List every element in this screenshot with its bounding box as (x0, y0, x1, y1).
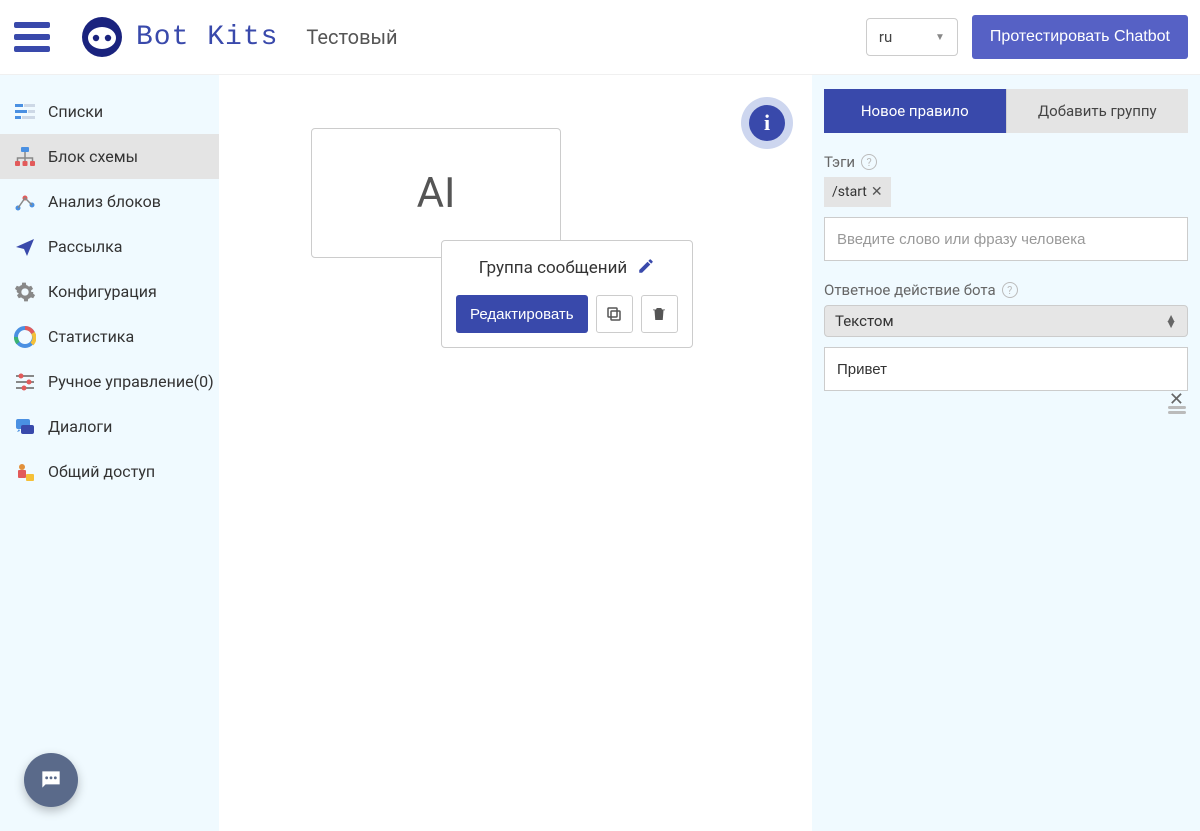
shared-access-icon (14, 461, 36, 483)
chat-fab[interactable] (24, 753, 78, 807)
copy-icon (605, 305, 623, 323)
sidebar-item-configuration[interactable]: Конфигурация (0, 269, 219, 314)
caret-down-icon: ▼ (935, 32, 945, 43)
lists-icon (14, 101, 36, 123)
dialogs-icon (14, 416, 36, 438)
canvas[interactable]: AI i Группа сообщений Редактировать (219, 75, 812, 831)
edit-button[interactable]: Редактировать (456, 295, 588, 333)
response-label: Ответное действие бота (824, 281, 996, 299)
resize-grip-icon[interactable] (1168, 411, 1186, 414)
sidebar-item-label: Списки (48, 102, 103, 121)
group-title: Группа сообщений (479, 258, 628, 278)
tag-value: /start (832, 184, 867, 200)
response-type-select[interactable]: Текстом ▲▼ (824, 305, 1188, 337)
sort-caret-icon: ▲▼ (1165, 315, 1177, 327)
test-chatbot-button[interactable]: Протестировать Chatbot (972, 15, 1188, 59)
message-group-card: Группа сообщений Редактировать (441, 240, 693, 348)
logo-text: Bot Kits (136, 22, 278, 53)
sidebar-item-block-schemas[interactable]: Блок схемы (0, 134, 219, 179)
sidebar-item-label: Диалоги (48, 417, 112, 436)
pencil-icon[interactable] (637, 257, 655, 279)
tag-chip: /start ✕ (824, 177, 891, 207)
statistics-icon (14, 326, 36, 348)
tab-new-rule[interactable]: Новое правило (824, 89, 1006, 133)
ai-card-label: AI (417, 169, 456, 218)
response-type-value: Текстом (835, 312, 894, 330)
help-icon[interactable]: ? (1002, 282, 1018, 298)
help-icon[interactable]: ? (861, 154, 877, 170)
tab-add-group[interactable]: Добавить группу (1006, 89, 1189, 133)
tags-label: Тэги (824, 153, 855, 171)
sidebar-item-broadcast[interactable]: Рассылка (0, 224, 219, 269)
sidebar-item-label: Статистика (48, 327, 134, 346)
logo-icon (80, 15, 124, 59)
sidebar-item-label: Анализ блоков (48, 192, 161, 211)
sidebar-item-label: Блок схемы (48, 147, 138, 166)
logo[interactable]: Bot Kits (80, 15, 278, 59)
response-text-input[interactable] (824, 347, 1188, 391)
tag-remove-icon[interactable]: ✕ (871, 184, 883, 200)
chat-icon (38, 767, 64, 793)
language-value: ru (879, 28, 892, 46)
trash-icon (650, 305, 668, 323)
sidebar-item-lists[interactable]: Списки (0, 89, 219, 134)
sidebar-item-label: Ручное управление(0) (48, 372, 214, 391)
info-badge[interactable]: i (741, 97, 793, 149)
sidebar-item-label: Рассылка (48, 237, 122, 256)
sidebar-item-label: Общий доступ (48, 462, 155, 481)
sidebar-item-block-analysis[interactable]: Анализ блоков (0, 179, 219, 224)
sidebar-item-dialogs[interactable]: Диалоги (0, 404, 219, 449)
sidebar-item-statistics[interactable]: Статистика (0, 314, 219, 359)
analysis-icon (14, 191, 36, 213)
broadcast-icon (14, 236, 36, 258)
sliders-icon (14, 371, 36, 393)
sidebar-item-manual-control[interactable]: Ручное управление(0) (0, 359, 219, 404)
hamburger-menu[interactable] (12, 17, 52, 57)
phrase-input[interactable] (824, 217, 1188, 261)
copy-button[interactable] (596, 295, 633, 333)
ai-block-card[interactable]: AI (311, 128, 561, 258)
block-schema-icon (14, 146, 36, 168)
gear-icon (14, 281, 36, 303)
sidebar: Списки Блок схемы Анализ блоков Рассылка… (0, 75, 219, 831)
language-select[interactable]: ru ▼ (866, 18, 958, 56)
info-icon: i (749, 105, 785, 141)
delete-button[interactable] (641, 295, 678, 333)
sidebar-item-label: Конфигурация (48, 282, 157, 301)
sidebar-item-shared-access[interactable]: Общий доступ (0, 449, 219, 494)
breadcrumb: Тестовый (306, 25, 397, 49)
right-panel: Новое правило Добавить группу Тэги ? /st… (812, 75, 1200, 831)
